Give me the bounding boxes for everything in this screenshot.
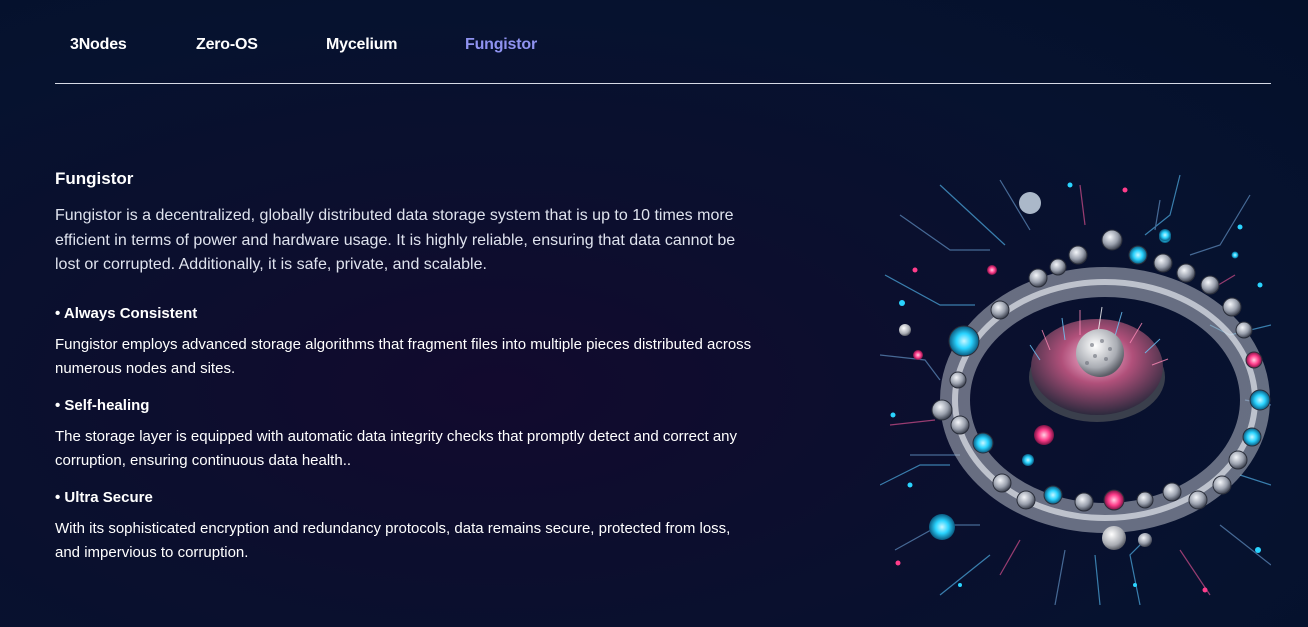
tab-3nodes[interactable]: 3Nodes bbox=[70, 36, 127, 54]
fungistor-panel: Fungistor Fungistor is a decentralized, … bbox=[55, 168, 755, 580]
feature-title: • Always Consistent bbox=[55, 304, 198, 322]
section-title: Fungistor bbox=[55, 169, 134, 188]
storage-network-graphic bbox=[879, 174, 1272, 606]
feature-description: The storage layer is equipped with autom… bbox=[55, 427, 738, 469]
intro-paragraph: Fungistor is a decentralized, globally d… bbox=[55, 207, 736, 273]
tab-mycelium[interactable]: Mycelium bbox=[326, 36, 398, 54]
storage-network-illustration bbox=[879, 155, 1272, 606]
feature-description: With its sophisticated encryption and re… bbox=[55, 519, 731, 561]
feature-title: • Ultra Secure bbox=[55, 488, 153, 506]
feature-ultra-secure: • Ultra Secure With its sophisticated en… bbox=[55, 488, 755, 565]
feature-always-consistent: • Always Consistent Fungistor employs ad… bbox=[55, 304, 755, 381]
tab-bar: 3Nodes Zero-OS Mycelium Fungistor bbox=[55, 0, 1271, 84]
feature-title: • Self-healing bbox=[55, 396, 150, 414]
feature-self-healing: • Self-healing The storage layer is equi… bbox=[55, 396, 755, 473]
tab-zero-os[interactable]: Zero-OS bbox=[196, 36, 258, 54]
feature-description: Fungistor employs advanced storage algor… bbox=[55, 335, 752, 377]
tab-fungistor[interactable]: Fungistor bbox=[465, 36, 537, 54]
